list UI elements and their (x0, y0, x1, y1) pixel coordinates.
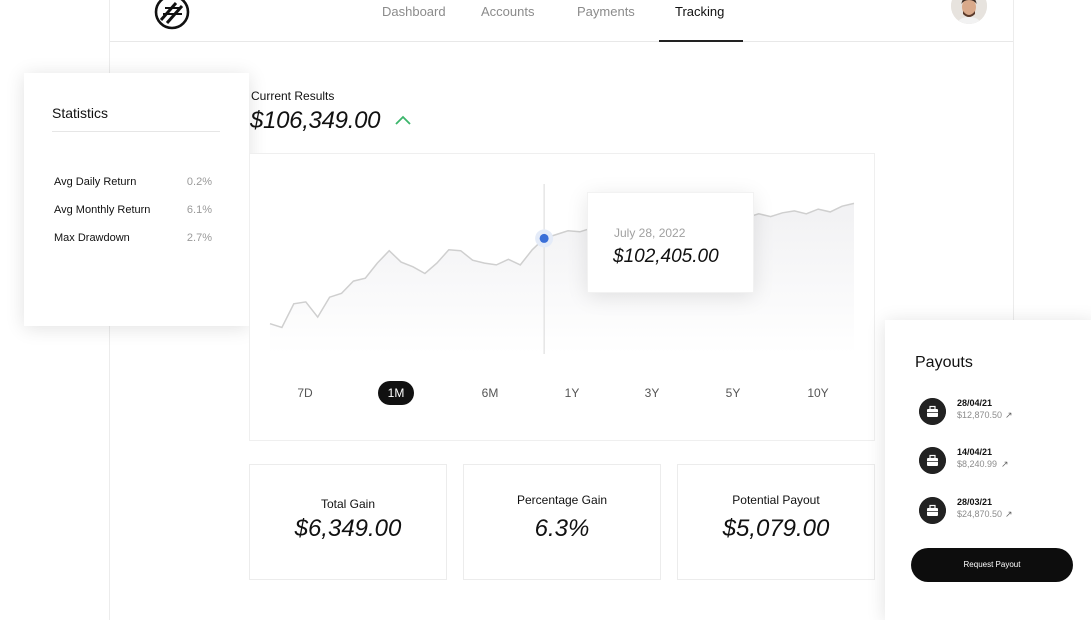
nav-dashboard[interactable]: Dashboard (382, 4, 446, 19)
current-results-value: $106,349.00 (250, 107, 381, 134)
payout-date: 28/03/21 (957, 497, 993, 507)
payout-item[interactable]: 28/04/21 $12,870.50 ↗ (919, 398, 1069, 428)
payout-item[interactable]: 14/04/21 $8,240.99 ↗ (919, 447, 1069, 477)
potential-payout-label: Potential Payout (732, 493, 820, 507)
payout-amount: $24,870.50 (957, 509, 1003, 519)
nav-payments[interactable]: Payments (577, 4, 635, 19)
stat-value-avg-daily-return: 0.2% (186, 176, 212, 188)
external-link-arrow-icon[interactable]: ↗ (1005, 410, 1013, 421)
nav-tracking[interactable]: Tracking (675, 4, 724, 19)
potential-payout-value: $5,079.00 (722, 515, 830, 542)
nav-active-underline (659, 40, 743, 42)
briefcase-icon (919, 497, 946, 524)
statistics-title: Statistics (52, 105, 109, 121)
range-6m-button[interactable]: 6M (470, 381, 510, 405)
briefcase-icon (919, 398, 946, 425)
stat-label-avg-daily-return: Avg Daily Return (54, 176, 137, 188)
performance-chart-card: 7D 1M 6M 1Y 3Y 5Y 10Y (249, 153, 875, 441)
payout-amount: $8,240.99 (957, 459, 998, 469)
stat-label-avg-monthly-return: Avg Monthly Return (54, 204, 151, 216)
chart-marker-point[interactable] (539, 233, 549, 243)
chart-area-fill (270, 203, 854, 354)
performance-line-chart[interactable] (250, 154, 876, 374)
nav-accounts[interactable]: Accounts (481, 4, 534, 19)
range-5y-button[interactable]: 5Y (713, 381, 753, 405)
total-gain-label: Total Gain (320, 497, 376, 511)
payouts-title: Payouts (915, 354, 973, 371)
request-payout-button[interactable]: Request Payout (911, 548, 1073, 582)
percentage-gain-card: Percentage Gain 6.3% (463, 464, 661, 580)
brand-logo-icon[interactable] (154, 0, 190, 30)
range-1y-button[interactable]: 1Y (552, 381, 592, 405)
total-gain-card: Total Gain $6,349.00 (249, 464, 447, 580)
top-navigation-bar (110, 0, 1013, 42)
range-7d-button[interactable]: 7D (285, 381, 325, 405)
potential-payout-card: Potential Payout $5,079.00 (677, 464, 875, 580)
trend-up-chevron-icon (395, 115, 411, 125)
tooltip-date: July 28, 2022 (614, 226, 686, 240)
current-results-label: Current Results (251, 89, 335, 103)
total-gain-value: $6,349.00 (294, 515, 402, 542)
payout-amount: $12,870.50 (957, 410, 1003, 420)
briefcase-icon (919, 447, 946, 474)
payouts-card: Payouts 28/04/21 $12,870.50 ↗ 14/04/21 $… (885, 320, 1091, 620)
statistics-divider (52, 131, 220, 132)
payout-date: 14/04/21 (957, 447, 993, 457)
range-1m-button[interactable]: 1M (378, 381, 414, 405)
tooltip-value: $102,405.00 (613, 246, 719, 267)
stat-label-max-drawdown: Max Drawdown (54, 232, 130, 244)
stat-value-max-drawdown: 2.7% (186, 232, 212, 244)
range-3y-button[interactable]: 3Y (632, 381, 672, 405)
percentage-gain-label: Percentage Gain (516, 493, 608, 507)
external-link-arrow-icon[interactable]: ↗ (1005, 509, 1013, 520)
external-link-arrow-icon[interactable]: ↗ (1001, 459, 1009, 470)
chart-tooltip: July 28, 2022 $102,405.00 (587, 192, 754, 293)
statistics-card: Statistics Avg Daily Return 0.2% Avg Mon… (24, 73, 249, 326)
range-10y-button[interactable]: 10Y (798, 381, 838, 405)
payout-date: 28/04/21 (957, 398, 993, 408)
stat-value-avg-monthly-return: 6.1% (186, 204, 212, 216)
payout-item[interactable]: 28/03/21 $24,870.50 ↗ (919, 497, 1069, 527)
percentage-gain-value: 6.3% (534, 515, 590, 542)
